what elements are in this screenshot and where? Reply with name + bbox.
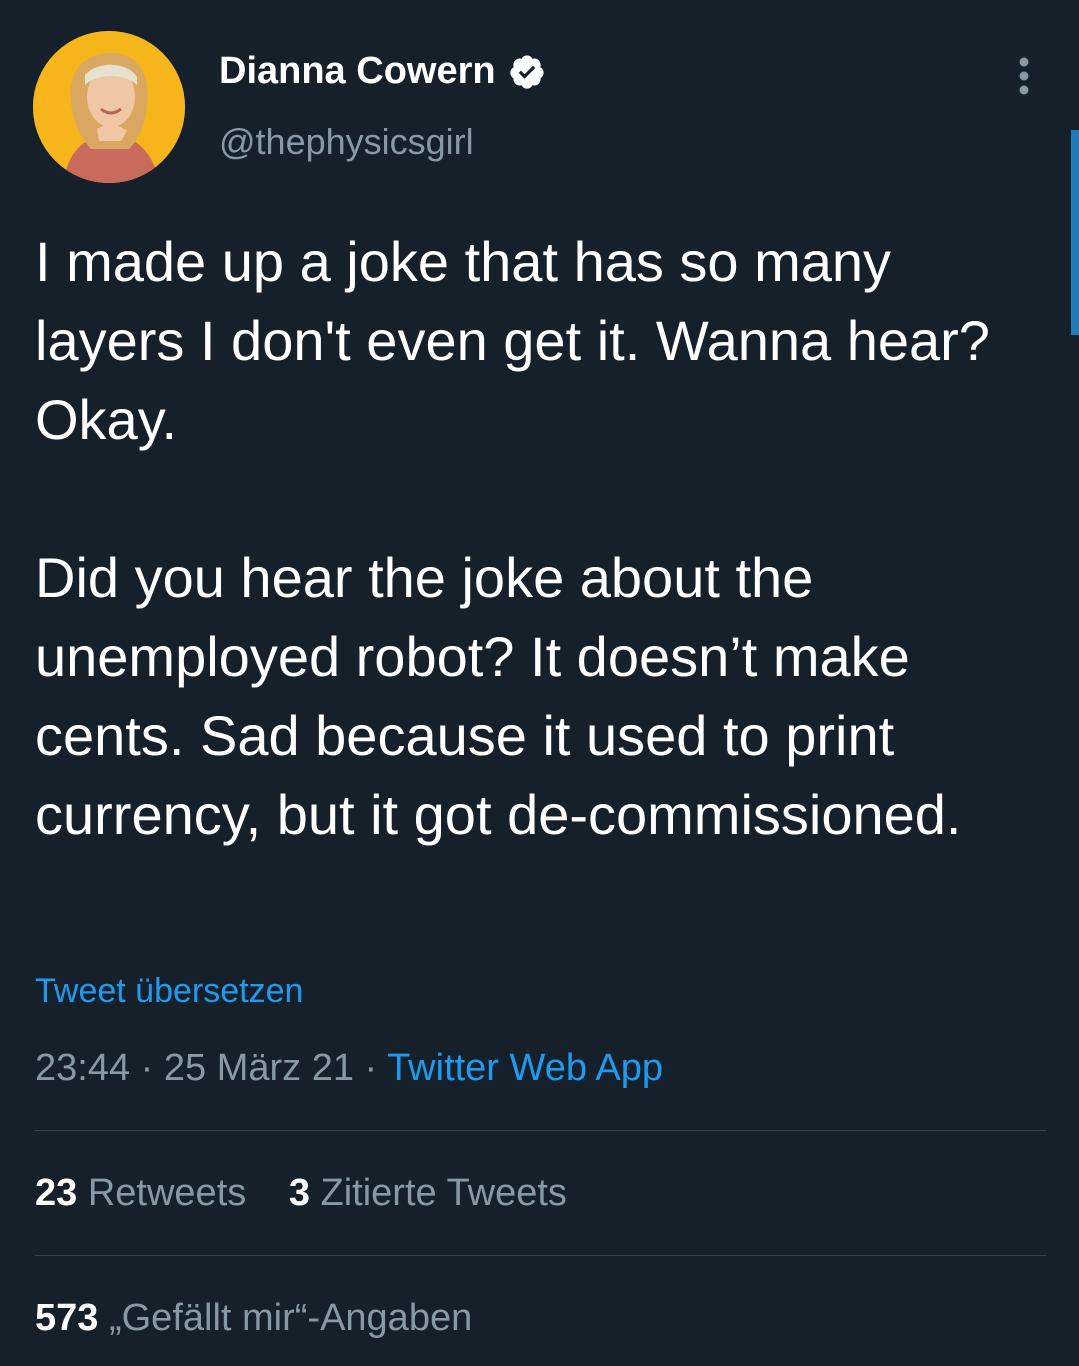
quote-tweets-stat[interactable]: 3 Zitierte Tweets xyxy=(289,1172,567,1214)
likes-stat[interactable]: 573 „Gefällt mir“-Angaben xyxy=(35,1297,472,1339)
engagement-stats-row: 23 Retweets 3 Zitierte Tweets xyxy=(35,1172,599,1215)
divider xyxy=(35,1255,1046,1256)
divider xyxy=(35,1130,1046,1131)
tweet-source-link[interactable]: Twitter Web App xyxy=(387,1047,663,1089)
tweet-metadata: 23:44 · 25 März 21 · Twitter Web App xyxy=(35,1047,663,1090)
author-handle[interactable]: @thephysicsgirl xyxy=(219,121,474,163)
quote-tweets-count: 3 xyxy=(288,1172,310,1214)
scrollbar-indicator[interactable] xyxy=(1071,130,1079,335)
tweet-paragraph: I made up a joke that has so many layers… xyxy=(35,230,990,451)
likes-count: 573 xyxy=(35,1297,99,1339)
likes-label: „Gefällt mir“-Angaben xyxy=(108,1297,473,1339)
avatar[interactable] xyxy=(33,31,185,183)
more-options-icon[interactable] xyxy=(1008,55,1040,97)
retweets-label: Retweets xyxy=(87,1172,247,1214)
meta-separator: · xyxy=(364,1047,378,1089)
translate-tweet-link[interactable]: Tweet übersetzen xyxy=(35,972,303,1011)
tweet-paragraph: Did you hear the joke about the unemploy… xyxy=(35,546,962,846)
author-name-row[interactable]: Dianna Cowern xyxy=(219,50,546,93)
author-display-name[interactable]: Dianna Cowern xyxy=(219,50,496,93)
likes-stat-row: 573 „Gefällt mir“-Angaben xyxy=(35,1297,504,1340)
retweets-stat[interactable]: 23 Retweets xyxy=(35,1172,257,1214)
profile-photo xyxy=(33,31,185,183)
tweet-time[interactable]: 23:44 xyxy=(35,1047,130,1089)
quote-tweets-label: Zitierte Tweets xyxy=(320,1172,567,1214)
verified-badge-icon xyxy=(509,54,544,89)
tweet-date[interactable]: 25 März 21 xyxy=(164,1047,354,1089)
meta-separator: · xyxy=(140,1047,154,1089)
tweet-text: I made up a joke that has so many layers… xyxy=(35,222,1035,854)
retweets-count: 23 xyxy=(35,1172,78,1214)
